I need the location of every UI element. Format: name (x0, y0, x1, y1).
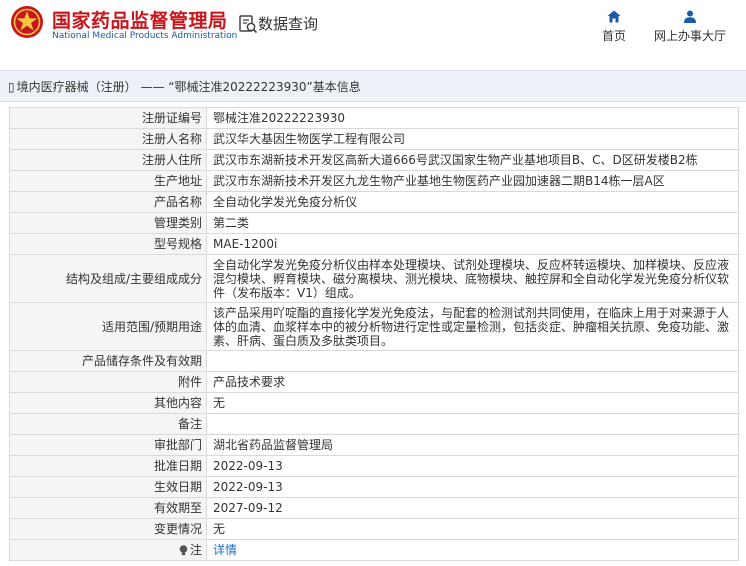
home-icon (607, 10, 621, 23)
site-header: 国家药品监督管理局 National Medical Products Admi… (0, 0, 746, 62)
field-value: 全自动化学发光免疫分析仪 (206, 191, 739, 213)
breadcrumb-title: “鄂械注准20222223930”基本信息 (168, 80, 361, 94)
field-value: 该产品采用吖啶酯的直接化学发光免疫法，与配套的检测试剂共同使用，在临床上用于对来… (206, 302, 739, 351)
field-label: 生产地址 (9, 170, 207, 192)
breadcrumb-text: ▯ 境内医疗器械（注册） —— “鄂械注准20222223930”基本信息 (8, 78, 361, 95)
field-value: 2022-09-13 (206, 455, 739, 477)
field-value: 2027-09-12 (206, 497, 739, 519)
field-value: 无 (206, 392, 739, 414)
field-value: 详情 (206, 539, 739, 561)
table-row: 结构及组成/主要组成成分 全自动化学发光免疫分析仪由样本处理模块、试剂处理模块、… (9, 254, 739, 303)
table-row: 注册人住所 武汉市东湖新技术开发区高新大道666号武汉国家生物产业基地项目B、C… (9, 149, 739, 171)
nav-home[interactable]: 首页 (596, 10, 632, 44)
field-label: 批准日期 (9, 455, 207, 477)
site-title[interactable]: 国家药品监督管理局 (52, 6, 228, 33)
field-value: 武汉市东湖新技术开发区九龙生物产业基地生物医药产业园加速器二期B14栋一层A区 (206, 170, 739, 192)
field-label: 注册证编号 (9, 107, 207, 129)
table-row: 生产地址 武汉市东湖新技术开发区九龙生物产业基地生物医药产业园加速器二期B14栋… (9, 170, 739, 192)
table-row: 管理类别 第二类 (9, 212, 739, 234)
table-row: 有效期至 2027-09-12 (9, 497, 739, 519)
field-label: 产品储存条件及有效期 (9, 350, 207, 372)
nav-home-label: 首页 (601, 29, 626, 43)
table-row: 审批部门 湖北省药品监督管理局 (9, 434, 739, 456)
field-label: 有效期至 (9, 497, 207, 519)
table-row: 注册人名称 武汉华大基因生物医学工程有限公司 (9, 128, 739, 150)
table-row: 适用范围/预期用途 该产品采用吖啶酯的直接化学发光免疫法，与配套的检测试剂共同使… (9, 302, 739, 351)
table-row: 生效日期 2022-09-13 (9, 476, 739, 498)
field-value: 湖北省药品监督管理局 (206, 434, 739, 456)
field-label-note: 注 (9, 539, 207, 561)
field-label: 适用范围/预期用途 (9, 302, 207, 351)
field-label: 管理类别 (9, 212, 207, 234)
field-label: 型号规格 (9, 233, 207, 255)
table-row: 产品储存条件及有效期 (9, 350, 739, 372)
user-icon (684, 10, 696, 23)
field-value: 鄂械注准20222223930 (206, 107, 739, 129)
field-label: 变更情况 (9, 518, 207, 540)
table-row: 变更情况 无 (9, 518, 739, 540)
note-label: 注 (189, 543, 202, 557)
table-row: 批准日期 2022-09-13 (9, 455, 739, 477)
table-row: 型号规格 MAE-1200i (9, 233, 739, 255)
breadcrumb-separator: —— (140, 80, 165, 94)
field-label: 附件 (9, 371, 207, 393)
detail-link[interactable]: 详情 (213, 543, 237, 557)
table-row: 产品名称 全自动化学发光免疫分析仪 (9, 191, 739, 213)
site-title-en: National Medical Products Administration (52, 31, 238, 41)
field-label: 生效日期 (9, 476, 207, 498)
table-row: 附件 产品技术要求 (9, 371, 739, 393)
field-value: 产品技术要求 (206, 371, 739, 393)
field-value: 武汉华大基因生物医学工程有限公司 (206, 128, 739, 150)
field-label: 其他内容 (9, 392, 207, 414)
field-label: 产品名称 (9, 191, 207, 213)
field-value: MAE-1200i (206, 233, 739, 255)
table-row: 注册证编号 鄂械注准20222223930 (9, 107, 739, 129)
nmpa-emblem-icon[interactable] (10, 5, 44, 39)
data-query-label: 数据查询 (258, 15, 319, 33)
field-value: 无 (206, 518, 739, 540)
table-row: 注 详情 (9, 539, 739, 561)
field-value (206, 413, 739, 435)
field-label: 审批部门 (9, 434, 207, 456)
breadcrumb-category[interactable]: 境内医疗器械（注册） (17, 80, 137, 94)
data-query-icon (239, 15, 258, 34)
field-label: 注册人住所 (9, 149, 207, 171)
detail-table: 注册证编号 鄂械注准20222223930 注册人名称 武汉华大基因生物医学工程… (9, 107, 739, 561)
field-value (206, 350, 739, 372)
info-bulb-icon (179, 545, 188, 556)
breadcrumb-marker-icon: ▯ (8, 80, 15, 94)
nav-online-hall-label: 网上办事大厅 (653, 29, 726, 43)
field-label: 注册人名称 (9, 128, 207, 150)
nav-online-hall[interactable]: 网上办事大厅 (650, 10, 730, 44)
field-value: 武汉市东湖新技术开发区高新大道666号武汉国家生物产业基地项目B、C、D区研发楼… (206, 149, 739, 171)
field-value: 2022-09-13 (206, 476, 739, 498)
field-value: 全自动化学发光免疫分析仪由样本处理模块、试剂处理模块、反应杯转运模块、加样模块、… (206, 254, 739, 303)
table-row: 备注 (9, 413, 739, 435)
field-value: 第二类 (206, 212, 739, 234)
table-row: 其他内容 无 (9, 392, 739, 414)
field-label: 结构及组成/主要组成成分 (9, 254, 207, 303)
breadcrumb: ▯ 境内医疗器械（注册） —— “鄂械注准20222223930”基本信息 (0, 70, 746, 102)
field-label: 备注 (9, 413, 207, 435)
